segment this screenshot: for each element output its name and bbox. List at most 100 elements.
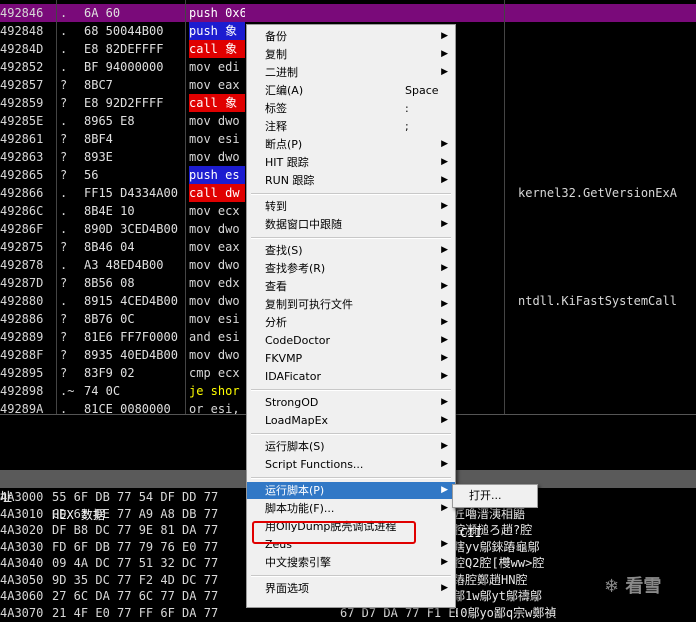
menu-item[interactable]: CodeDoctor ▶ [247, 332, 455, 349]
menu-item[interactable]: 界面选项 ▶ [247, 580, 455, 597]
submenu-arrow-icon: ▶ [441, 263, 448, 273]
disasm-row[interactable]: 492846. 6A 60 push 0x60 [0, 4, 696, 22]
submenu-arrow-icon: ▶ [441, 219, 448, 229]
menu-item[interactable]: 二进制 ▶ [247, 64, 455, 81]
disasm-hex: 8935 40ED4B00 [84, 348, 178, 362]
menu-item-label: HIT 跟踪 [265, 156, 309, 169]
disasm-hex: FF15 D4334A00 [84, 186, 178, 200]
menu-item-label: StrongOD [265, 396, 319, 409]
menu-item[interactable]: LoadMapEx ▶ [247, 412, 455, 429]
submenu-item-label: 打开... [469, 489, 502, 502]
dump-address: 4A3020 [0, 523, 44, 537]
menu-item[interactable]: 数据窗口中跟随 ▶ [247, 216, 455, 233]
menu-item[interactable]: 脚本功能(F)... ▶ [247, 500, 455, 517]
menu-item-label: 中文搜索引擎 [265, 556, 331, 569]
menu-item[interactable]: 汇编(A) Space [247, 82, 455, 99]
disasm-hex: 8B76 0C [84, 312, 135, 326]
disasm-address: 492852 [0, 60, 44, 74]
submenu-arrow-icon: ▶ [441, 353, 448, 363]
submenu-arrow-icon: ▶ [441, 539, 448, 549]
disasm-address: 492857 [0, 78, 44, 92]
menu-item[interactable]: HIT 跟踪 ▶ [247, 154, 455, 171]
disasm-marker: . [60, 222, 68, 236]
submenu-arrow-icon: ▶ [441, 201, 448, 211]
disasm-hex: 56 [84, 168, 99, 182]
menu-item[interactable]: 分析 ▶ [247, 314, 455, 331]
watermark-logo: ❄ 看雪 [604, 572, 661, 598]
dump-ascii: 腔瀕槌ろ趙?腔 [453, 523, 533, 537]
submenu-arrow-icon: ▶ [441, 299, 448, 309]
disasm-hex: 8BF4 [84, 132, 113, 146]
menu-item[interactable]: 转到 ▶ [247, 198, 455, 215]
menu-separator [251, 575, 451, 577]
menu-item[interactable]: 查看 ▶ [247, 278, 455, 295]
menu-item-label: 复制 [265, 48, 287, 61]
disasm-instruction: mov dwo [189, 112, 245, 130]
menu-item-label: 脚本功能(F)... [265, 502, 335, 515]
menu-separator [251, 237, 451, 239]
menu-item[interactable]: 注释; [247, 118, 455, 135]
dump-ascii: 腔Q2腔[欆ww>腔 [453, 556, 545, 570]
disasm-hex: 81E6 FF7F0000 [84, 330, 178, 344]
disasm-hex: 8BC7 [84, 78, 113, 92]
menu-item[interactable]: 复制 ▶ [247, 46, 455, 63]
menu-item[interactable]: 复制到可执行文件 ▶ [247, 296, 455, 313]
dump-hex: CD 62 DE 77 A9 A8 DB 77 [52, 506, 219, 521]
disasm-marker: .~ [60, 384, 75, 398]
disasm-address: 492861 [0, 132, 44, 146]
menu-item[interactable]: 运行脚本(P) ▶ [247, 482, 455, 499]
submenu[interactable]: 打开... [452, 484, 538, 508]
submenu-arrow-icon: ▶ [441, 31, 448, 41]
snowflake-icon: ❄ [604, 576, 620, 597]
submenu-arrow-icon: ▶ [441, 317, 448, 327]
menu-item-label: 注释 [265, 120, 287, 133]
disasm-marker: . [60, 258, 68, 272]
disasm-address: 492865 [0, 168, 44, 182]
disasm-marker: ? [60, 150, 68, 164]
menu-item[interactable]: 运行脚本(S) ▶ [247, 438, 455, 455]
disasm-instruction: je shor [189, 382, 245, 400]
dump-hex: 21 4F E0 77 FF 6F DA 77 [52, 605, 219, 620]
submenu-arrow-icon: ▶ [441, 281, 448, 291]
menu-item[interactable]: Script Functions... ▶ [247, 456, 455, 473]
watermark-text: 看雪 [625, 576, 662, 597]
disasm-address: 492886 [0, 312, 44, 326]
disasm-instruction: mov dwo [189, 256, 245, 274]
menu-item[interactable]: 断点(P) ▶ [247, 136, 455, 153]
dump-ascii: !0鄔yo鄙q宗w鄭禎 [453, 605, 557, 620]
disasm-hex: 890D 3CED4B00 [84, 222, 178, 236]
submenu-arrow-icon: ▶ [441, 459, 448, 469]
menu-item-label: 查找参考(R) [265, 262, 326, 275]
disasm-instruction: mov ecx [189, 202, 245, 220]
dump-address: 4A3040 [0, 556, 44, 570]
disasm-instruction: mov edx [189, 274, 245, 292]
menu-item[interactable]: FKVMP ▶ [247, 350, 455, 367]
disasm-instruction: call dw [189, 184, 245, 202]
menu-item[interactable]: 查找(S) ▶ [247, 242, 455, 259]
menu-item[interactable]: 中文搜索引擎 ▶ [247, 554, 455, 571]
menu-item-label: 查看 [265, 280, 287, 293]
dump-ascii: 瞎yv鄔錸蹖龜鄔 [453, 539, 540, 554]
submenu-item-open[interactable]: 打开... [453, 487, 537, 504]
dump-hex: 27 6C DA 77 6C 77 DA 77 [52, 589, 219, 603]
menu-item[interactable]: StrongOD ▶ [247, 394, 455, 411]
dump-hex: FD 6F DB 77 79 76 E0 77 [52, 539, 219, 554]
submenu-arrow-icon: ▶ [441, 441, 448, 451]
menu-item[interactable]: 标签: [247, 100, 455, 117]
submenu-arrow-icon: ▶ [441, 139, 448, 149]
disasm-comment: ntdll.KiFastSystemCall [518, 294, 677, 308]
menu-separator [251, 193, 451, 195]
disasm-address: 49287D [0, 276, 44, 290]
menu-item[interactable]: 备份 ▶ [247, 28, 455, 45]
disasm-marker: ? [60, 348, 68, 362]
menu-item-label: IDAFicator [265, 370, 321, 383]
disasm-marker: ? [60, 330, 68, 344]
menu-item[interactable]: RUN 跟踪 ▶ [247, 172, 455, 189]
menu-item[interactable]: IDAFicator ▶ [247, 368, 455, 385]
disasm-instruction: push es [189, 166, 245, 184]
submenu-arrow-icon: ▶ [441, 49, 448, 59]
disasm-hex: 68 50044B00 [84, 24, 164, 38]
menu-item[interactable]: 查找参考(R) ▶ [247, 260, 455, 277]
submenu-arrow-icon: ▶ [441, 583, 448, 593]
submenu-arrow-icon: ▶ [441, 245, 448, 255]
